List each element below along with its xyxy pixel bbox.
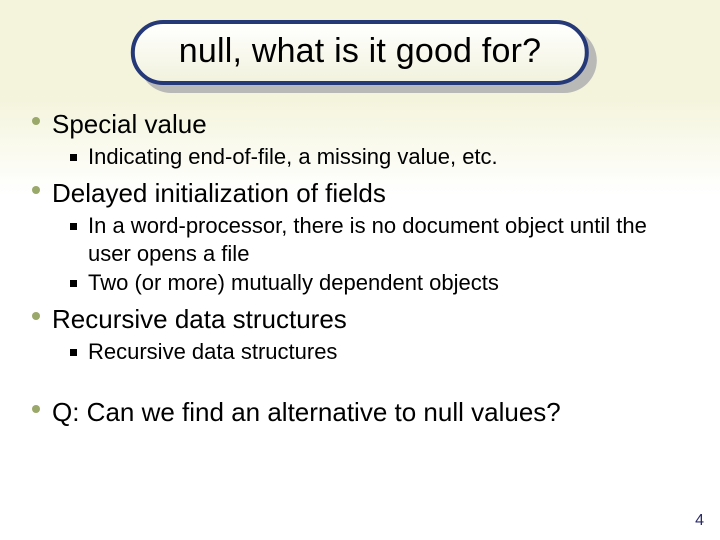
sub-bullet-item: Recursive data structures: [70, 338, 690, 367]
sub-bullet-square-icon: [70, 154, 77, 161]
bullet-dot-icon: [32, 405, 40, 413]
slide-body: Special value Indicating end-of-file, a …: [28, 108, 690, 433]
sub-bullet-list: In a word-processor, there is no documen…: [52, 212, 690, 298]
bullet-text: Delayed initialization of fields: [52, 178, 386, 208]
bullet-text: Recursive data structures: [52, 304, 347, 334]
slide-title-container: null, what is it good for?: [131, 20, 589, 85]
bullet-dot-icon: [32, 312, 40, 320]
bullet-item: Recursive data structures Recursive data…: [28, 303, 690, 366]
bullet-item: Delayed initialization of fields In a wo…: [28, 177, 690, 297]
bullet-text: Q: Can we find an alternative to null va…: [52, 397, 561, 427]
bullet-item: Special value Indicating end-of-file, a …: [28, 108, 690, 171]
sub-bullet-item: Two (or more) mutually dependent objects: [70, 269, 690, 298]
bullet-item: Q: Can we find an alternative to null va…: [28, 396, 690, 429]
sub-bullet-item: In a word-processor, there is no documen…: [70, 212, 690, 269]
bullet-list: Special value Indicating end-of-file, a …: [28, 108, 690, 429]
sub-bullet-text: Two (or more) mutually dependent objects: [88, 270, 499, 295]
title-pill: null, what is it good for?: [131, 20, 589, 85]
sub-bullet-list: Recursive data structures: [52, 338, 690, 367]
sub-bullet-text: Recursive data structures: [88, 339, 337, 364]
bullet-dot-icon: [32, 117, 40, 125]
sub-bullet-square-icon: [70, 223, 77, 230]
sub-bullet-square-icon: [70, 349, 77, 356]
sub-bullet-list: Indicating end-of-file, a missing value,…: [52, 143, 690, 172]
bullet-text: Special value: [52, 109, 207, 139]
page-number: 4: [695, 512, 704, 530]
sub-bullet-square-icon: [70, 280, 77, 287]
bullet-dot-icon: [32, 186, 40, 194]
sub-bullet-text: In a word-processor, there is no documen…: [88, 213, 647, 267]
slide-title: null, what is it good for?: [179, 32, 541, 70]
sub-bullet-text: Indicating end-of-file, a missing value,…: [88, 144, 498, 169]
sub-bullet-item: Indicating end-of-file, a missing value,…: [70, 143, 690, 172]
